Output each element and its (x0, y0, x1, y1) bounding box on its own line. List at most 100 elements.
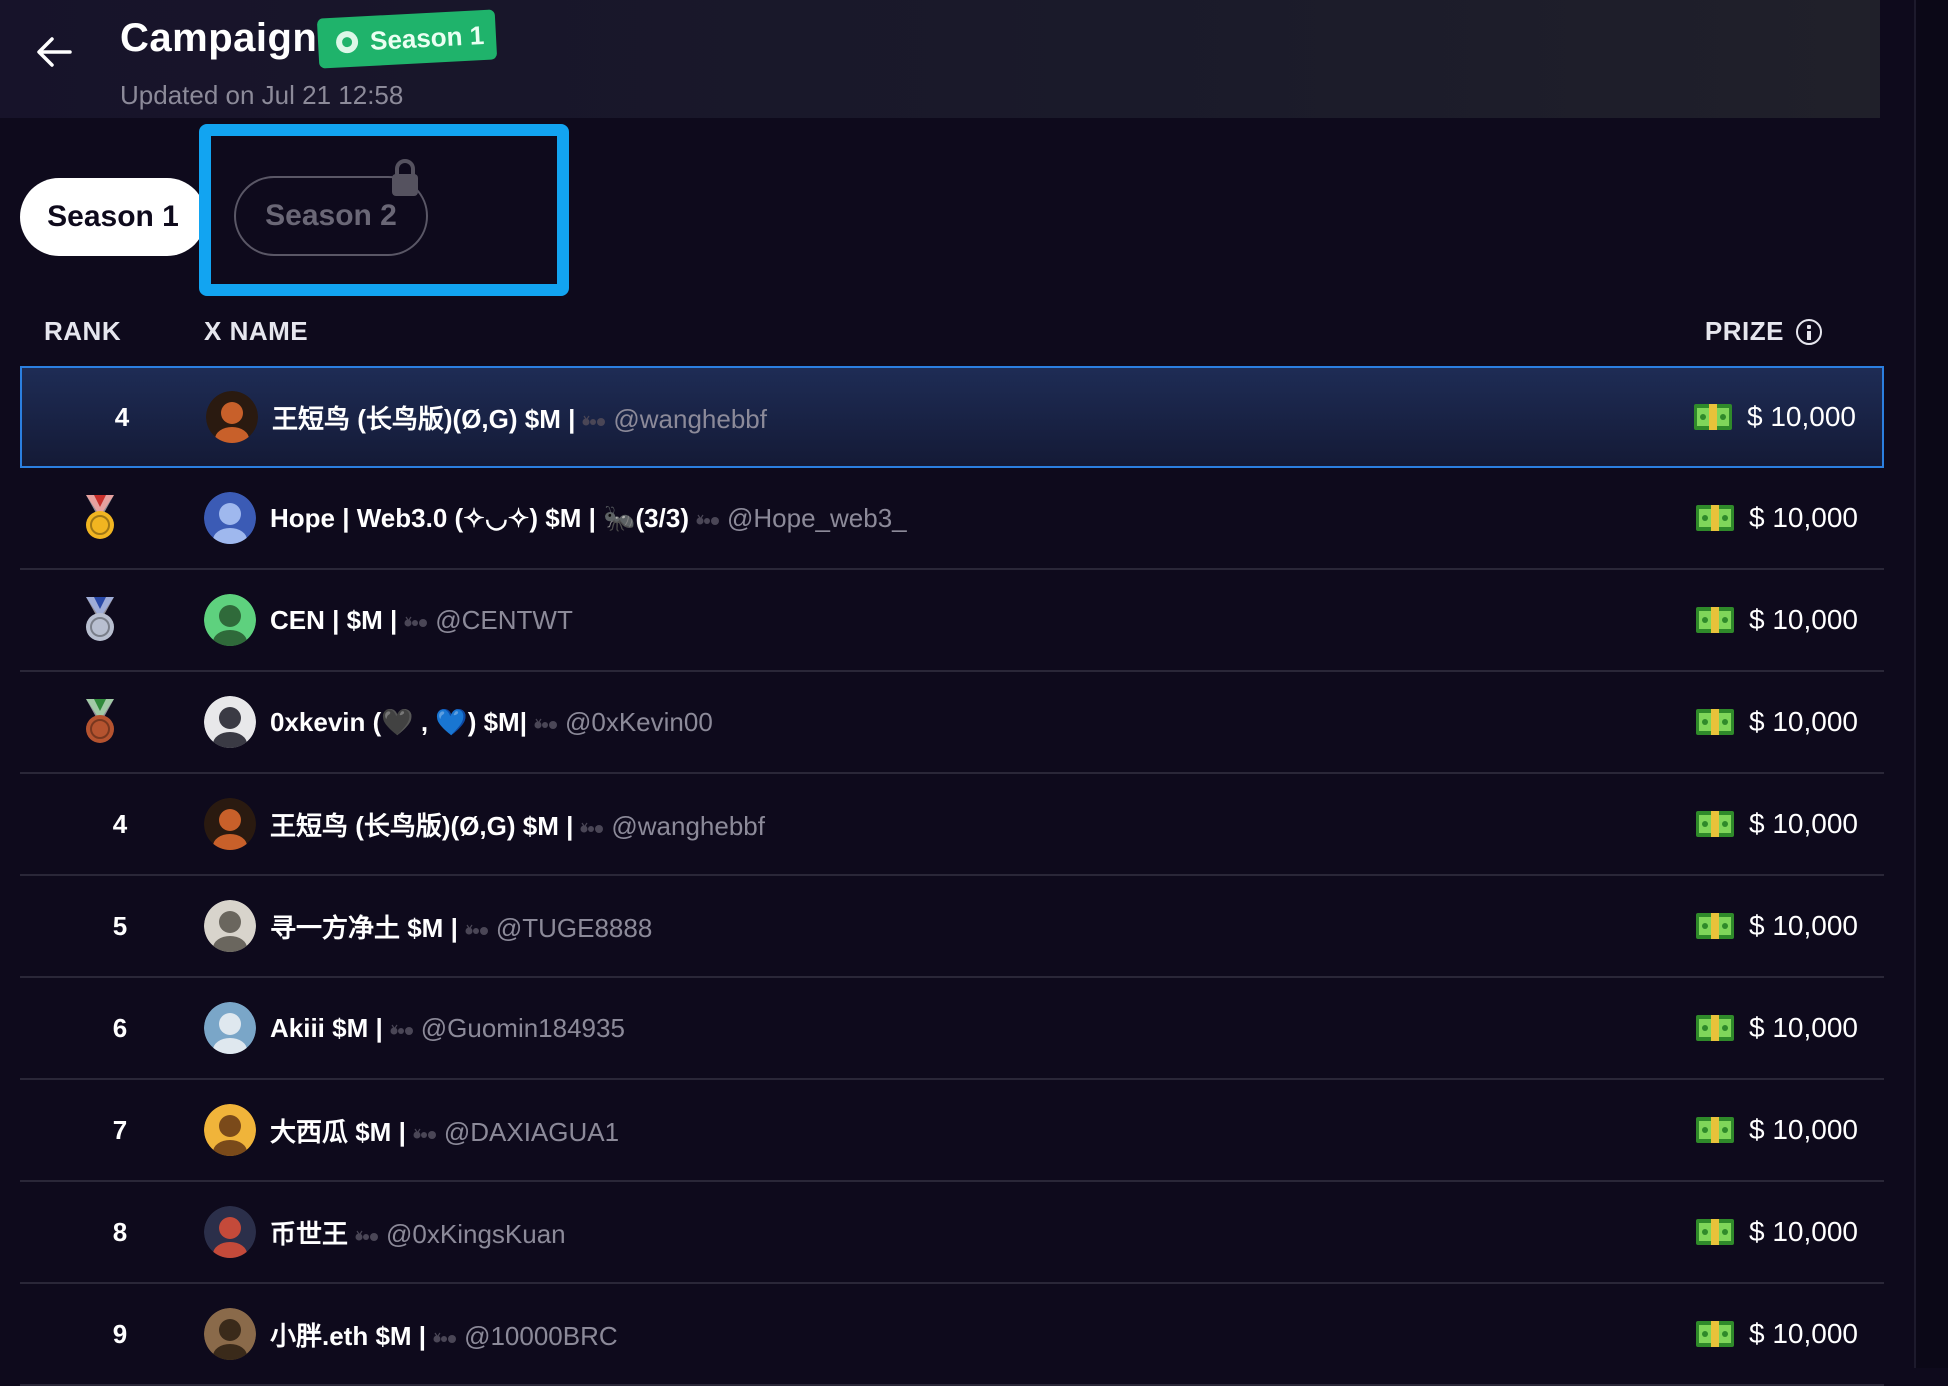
prize-cell: $ 10,000 (1695, 807, 1858, 841)
table-row[interactable]: 8 币世王 @0xKingsKuan $ 10,000 (20, 1182, 1884, 1284)
rank-number: 4 (114, 401, 130, 432)
money-stack-icon (1696, 811, 1734, 837)
user-handle[interactable]: @Guomin184935 (421, 1013, 625, 1043)
back-arrow-icon[interactable] (34, 32, 74, 72)
gold-medal-icon (86, 495, 114, 539)
money-stack-icon (1696, 1219, 1734, 1245)
user-handle[interactable]: @wanghebbf (611, 811, 765, 841)
user-handle[interactable]: @DAXIAGUA1 (444, 1117, 619, 1147)
status-dot-icon (335, 30, 359, 54)
table-row[interactable]: 5 寻一方净土 $M | @TUGE8888 $ 10,000 (20, 876, 1884, 978)
rank-number: 9 (112, 1318, 128, 1349)
avatar[interactable] (204, 1002, 256, 1054)
ant-icon (580, 822, 604, 833)
avatar[interactable] (206, 391, 258, 443)
table-row[interactable]: 7 大西瓜 $M | @DAXIAGUA1 $ 10,000 (20, 1080, 1884, 1182)
updated-timestamp: Updated on Jul 21 12:58 (120, 80, 404, 110)
column-header-prize-label: PRIZE (1704, 316, 1784, 346)
user-display-name[interactable]: 王短鸟 (长鸟版)(Ø,G) $M | @wanghebbf (270, 806, 765, 843)
display-name-text: 王短鸟 (长鸟版)(Ø,G) $M | (270, 810, 574, 841)
prize-amount: $ 10,000 (1749, 808, 1858, 839)
user-display-name[interactable]: 币世王 @0xKingsKuan (270, 1214, 566, 1251)
user-handle[interactable]: @0xKingsKuan (386, 1219, 566, 1249)
user-handle[interactable]: @CENTWT (435, 605, 573, 635)
user-handle[interactable]: @10000BRC (464, 1321, 618, 1351)
avatar[interactable] (204, 1308, 256, 1360)
table-row[interactable]: 9 小胖.eth $M | @10000BRC $ 10,000 (20, 1284, 1884, 1386)
prize-cell: $ 10,000 (1695, 1011, 1858, 1045)
avatar[interactable] (204, 492, 256, 544)
prize-cell: $ 10,000 (1693, 400, 1856, 434)
display-name-text: 小胖.eth $M | (270, 1320, 427, 1351)
prize-amount: $ 10,000 (1749, 1012, 1858, 1043)
silver-medal-icon (86, 597, 114, 641)
ant-icon (433, 1332, 457, 1343)
season-badge-label: Season 1 (369, 19, 485, 56)
user-display-name[interactable]: CEN | $M | @CENTWT (270, 605, 573, 636)
avatar[interactable] (204, 1104, 256, 1156)
avatar[interactable] (204, 798, 256, 850)
avatar[interactable] (204, 594, 256, 646)
rank-number: 8 (112, 1216, 128, 1247)
user-handle[interactable]: @Hope_web3_ (727, 503, 907, 533)
money-stack-icon (1696, 505, 1734, 531)
display-name-text: 王短鸟 (长鸟版)(Ø,G) $M | (272, 403, 576, 434)
prize-cell: $ 10,000 (1695, 705, 1858, 739)
current-user-row[interactable]: 4 王短鸟 (长鸟版)(Ø,G) $M | @wanghebbf $ 10,00… (20, 366, 1884, 468)
display-name-text: Akiii $M | (270, 1012, 383, 1043)
prize-amount: $ 10,000 (1749, 706, 1858, 737)
prize-amount: $ 10,000 (1749, 910, 1858, 941)
rank-number: 5 (112, 910, 128, 941)
page-title: Campaign (120, 16, 318, 60)
user-display-name[interactable]: Akiii $M | @Guomin184935 (270, 1013, 625, 1044)
money-stack-icon (1696, 607, 1734, 633)
prize-amount: $ 10,000 (1749, 502, 1858, 533)
ant-icon (696, 514, 719, 525)
prize-amount: $ 10,000 (1749, 1318, 1858, 1349)
ant-icon (582, 415, 606, 426)
user-handle[interactable]: @TUGE8888 (496, 913, 652, 943)
money-stack-icon (1694, 404, 1732, 430)
prize-cell: $ 10,000 (1695, 1317, 1858, 1351)
avatar[interactable] (204, 900, 256, 952)
column-header-prize: PRIZE (1705, 316, 1822, 347)
ant-icon (404, 616, 428, 627)
table-row[interactable]: Hope | Web3.0 (✧◡✧) $M | 🐜(3/3) @Hope_we… (20, 468, 1884, 570)
user-display-name[interactable]: 0xkevin (🖤 , 💙) $M| @0xKevin00 (270, 707, 713, 738)
tab-season-1[interactable]: Season 1 (20, 178, 206, 256)
table-row[interactable]: 4 王短鸟 (长鸟版)(Ø,G) $M | @wanghebbf $ 10,00… (20, 774, 1884, 876)
rank-number: 4 (112, 808, 128, 839)
money-stack-icon (1696, 1015, 1734, 1041)
table-row[interactable]: CEN | $M | @CENTWT $ 10,000 (20, 570, 1884, 672)
ant-icon (534, 718, 557, 729)
prize-cell: $ 10,000 (1695, 1215, 1858, 1249)
info-icon[interactable] (1796, 318, 1822, 345)
user-handle[interactable]: @wanghebbf (613, 404, 767, 434)
prize-cell: $ 10,000 (1695, 603, 1858, 637)
avatar[interactable] (204, 696, 256, 748)
ant-icon (390, 1024, 413, 1035)
money-stack-icon (1696, 1117, 1734, 1143)
user-handle[interactable]: @0xKevin00 (565, 707, 713, 737)
user-display-name[interactable]: Hope | Web3.0 (✧◡✧) $M | 🐜(3/3) @Hope_we… (270, 503, 907, 534)
leaderboard-table: 4 王短鸟 (长鸟版)(Ø,G) $M | @wanghebbf $ 10,00… (20, 366, 1884, 1386)
rank-number: 6 (112, 1012, 128, 1043)
column-header-rank: RANK (44, 316, 122, 346)
user-display-name[interactable]: 寻一方净土 $M | @TUGE8888 (270, 908, 652, 945)
prize-amount: $ 10,000 (1749, 1216, 1858, 1247)
money-stack-icon (1696, 709, 1734, 735)
lock-icon (392, 159, 418, 196)
user-display-name[interactable]: 小胖.eth $M | @10000BRC (270, 1316, 618, 1353)
display-name-text: 0xkevin (🖤 , 💙) $M| (270, 706, 527, 737)
prize-cell: $ 10,000 (1695, 501, 1858, 535)
ant-icon (413, 1128, 436, 1139)
scrollbar[interactable] (1914, 0, 1948, 1368)
avatar[interactable] (204, 1206, 256, 1258)
table-row[interactable]: 6 Akiii $M | @Guomin184935 $ 10,000 (20, 978, 1884, 1080)
user-display-name[interactable]: 王短鸟 (长鸟版)(Ø,G) $M | @wanghebbf (272, 399, 767, 436)
user-display-name[interactable]: 大西瓜 $M | @DAXIAGUA1 (270, 1112, 619, 1149)
prize-amount: $ 10,000 (1749, 1114, 1858, 1145)
bronze-medal-icon (86, 699, 114, 743)
table-row[interactable]: 0xkevin (🖤 , 💙) $M| @0xKevin00 $ 10,000 (20, 672, 1884, 774)
money-stack-icon (1696, 1321, 1734, 1347)
